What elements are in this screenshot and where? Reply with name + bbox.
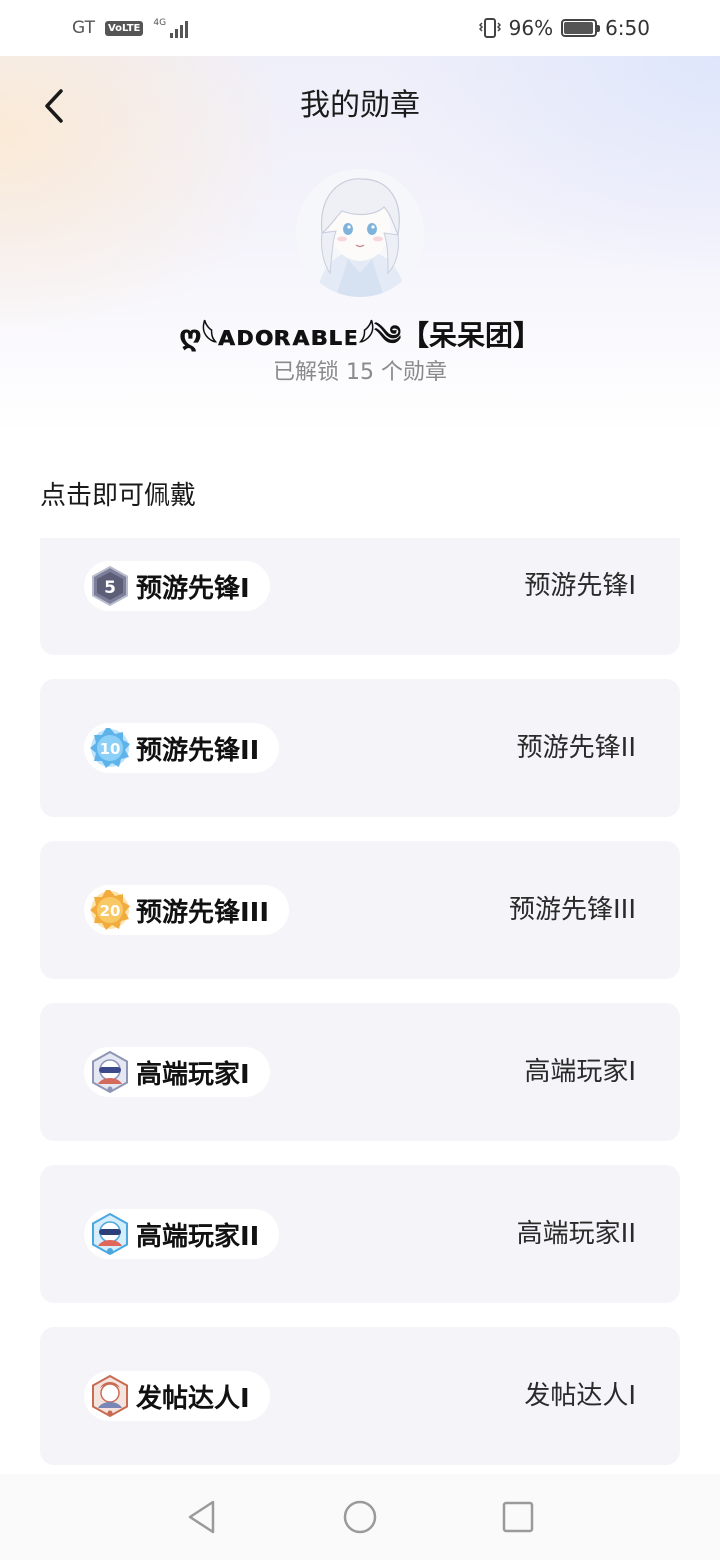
badge-card[interactable]: 高端玩家I 高端玩家I (40, 1003, 680, 1141)
badge-pill[interactable]: 高端玩家II (84, 1209, 280, 1259)
gear-10-badge-icon: 10 (90, 728, 130, 768)
status-right: 96% 6:50 (478, 16, 650, 40)
badge-pill-label: 发帖达人I (136, 1383, 250, 1414)
character-red-badge-icon (92, 1374, 128, 1418)
svg-text:5: 5 (104, 578, 116, 598)
unlock-count: 已解锁 15 个勋章 (273, 360, 447, 385)
badge-pill[interactable]: 20 预游先锋III (84, 885, 290, 935)
badge-pill[interactable]: 高端玩家I (84, 1047, 270, 1097)
svg-text:20: 20 (100, 902, 121, 920)
signal-icon: 4G (153, 18, 189, 38)
badge-card[interactable]: 20 预游先锋III 预游先锋III (40, 841, 680, 979)
volte-badge: VoLTE (104, 20, 144, 36)
badge-name: 预游先锋III (508, 895, 636, 925)
clock: 6:50 (605, 16, 650, 40)
battery-icon (561, 19, 601, 37)
badge-pill[interactable]: 发帖达人I (84, 1371, 270, 1421)
badge-name: 发帖达人I (524, 1381, 636, 1411)
section-title: 点击即可佩戴 (40, 481, 197, 511)
hexagon-5-badge-icon: 5 (92, 565, 128, 607)
badge-card[interactable]: 发帖达人I 发帖达人I (40, 1327, 680, 1465)
status-bar: GT VoLTE 4G 96% 6:50 (0, 0, 720, 56)
badge-name: 预游先锋I (524, 571, 636, 601)
triangle-back-icon (188, 1500, 215, 1534)
badge-name: 高端玩家I (524, 1057, 636, 1087)
nav-recents-button[interactable] (498, 1497, 538, 1537)
nav-home-button[interactable] (340, 1497, 380, 1537)
badge-card[interactable]: 高端玩家II 高端玩家II (40, 1165, 680, 1303)
circle-home-icon (343, 1500, 377, 1534)
badge-list[interactable]: 5 预游先锋I 预游先锋I 10 预游先锋II 预游先锋II 20 预游先锋II… (0, 538, 720, 1474)
character-blue-badge-icon (92, 1212, 128, 1256)
system-nav-bar (0, 1474, 720, 1560)
badge-name: 高端玩家II (516, 1219, 636, 1249)
avatar-illustration (296, 169, 424, 297)
vibrate-icon (478, 18, 501, 38)
badge-card[interactable]: 10 预游先锋II 预游先锋II (40, 679, 680, 817)
badge-pill[interactable]: 5 预游先锋I (84, 561, 270, 611)
badge-pill[interactable]: 10 预游先锋II (84, 723, 280, 773)
gear-20-badge-icon: 20 (90, 890, 130, 930)
battery-percent: 96% (508, 16, 554, 40)
status-left: GT VoLTE 4G (72, 18, 189, 38)
badge-pill-label: 预游先锋I (136, 573, 250, 604)
badge-pill-label: 预游先锋II (136, 735, 260, 766)
username: ღ𓆩ᴀᴅᴏʀᴀʙʟᴇ𓆪༄【呆呆团】 (178, 319, 542, 352)
badge-name: 预游先锋II (516, 733, 636, 763)
badge-card[interactable]: 5 预游先锋I 预游先锋I (40, 538, 680, 655)
page-title: 我的勋章 (300, 88, 420, 123)
badge-pill-label: 高端玩家II (136, 1221, 260, 1252)
avatar[interactable] (296, 169, 424, 297)
carrier-label: GT (72, 18, 95, 38)
badge-pill-label: 预游先锋III (136, 897, 270, 928)
nav-back-button[interactable] (182, 1497, 222, 1537)
character-silver-badge-icon (92, 1050, 128, 1094)
svg-text:10: 10 (100, 740, 121, 758)
battery-fill (564, 22, 593, 34)
badge-pill-label: 高端玩家I (136, 1059, 250, 1090)
network-type: 4G (153, 18, 167, 28)
square-recents-icon (502, 1501, 534, 1533)
